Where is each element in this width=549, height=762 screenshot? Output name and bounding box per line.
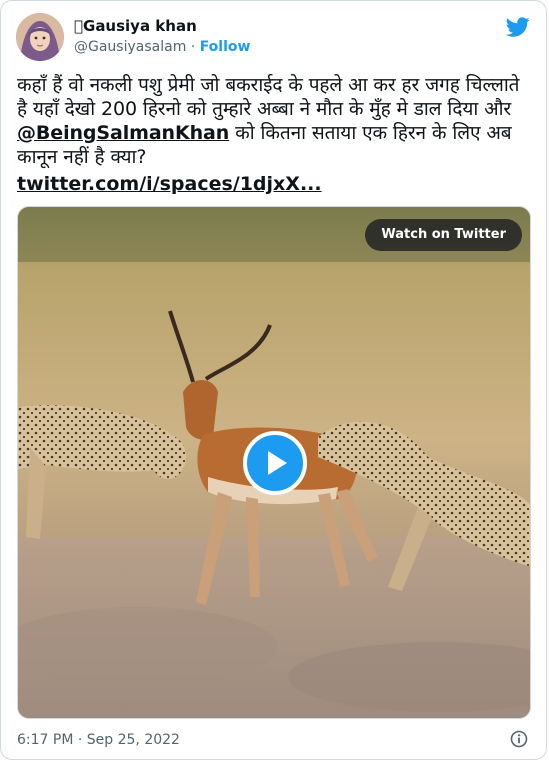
tweet-text: कहाँ हैं वो नकली पशु प्रेमी जो बकराईद के… <box>17 73 533 169</box>
author-name-text:  Gausiya khan <box>74 17 197 35</box>
avatar[interactable] <box>16 13 64 61</box>
play-button[interactable] <box>243 431 307 495</box>
info-icon[interactable] <box>510 730 528 748</box>
author-handle[interactable]: @Gausiyasalam <box>74 39 186 55</box>
mention-link[interactable]: @BeingSalmanKhan <box>17 122 229 144</box>
tweet-card:  Gausiya khan @Gausiyasalam · Follow कहा… <box>0 0 547 760</box>
watch-on-twitter-button[interactable]: Watch on Twitter <box>365 219 522 251</box>
follow-button[interactable]: Follow <box>200 39 251 55</box>
avatar-image <box>16 13 64 61</box>
tweet-link[interactable]: twitter.com/i/spaces/1djxX... <box>17 172 322 196</box>
video-media[interactable]: Watch on Twitter <box>17 206 531 719</box>
tweet-text-part-1: कहाँ हैं वो नकली पशु प्रेमी जो बकराईद के… <box>17 74 520 120</box>
author-name[interactable]:  Gausiya khan <box>74 16 197 36</box>
author-handle-row: @Gausiyasalam · Follow <box>74 38 250 56</box>
handle-separator: · <box>190 39 196 55</box>
play-icon <box>268 451 287 475</box>
twitter-bird-icon[interactable] <box>506 15 530 39</box>
tweet-timestamp[interactable]: 6:17 PM · Sep 25, 2022 <box>17 731 180 749</box>
